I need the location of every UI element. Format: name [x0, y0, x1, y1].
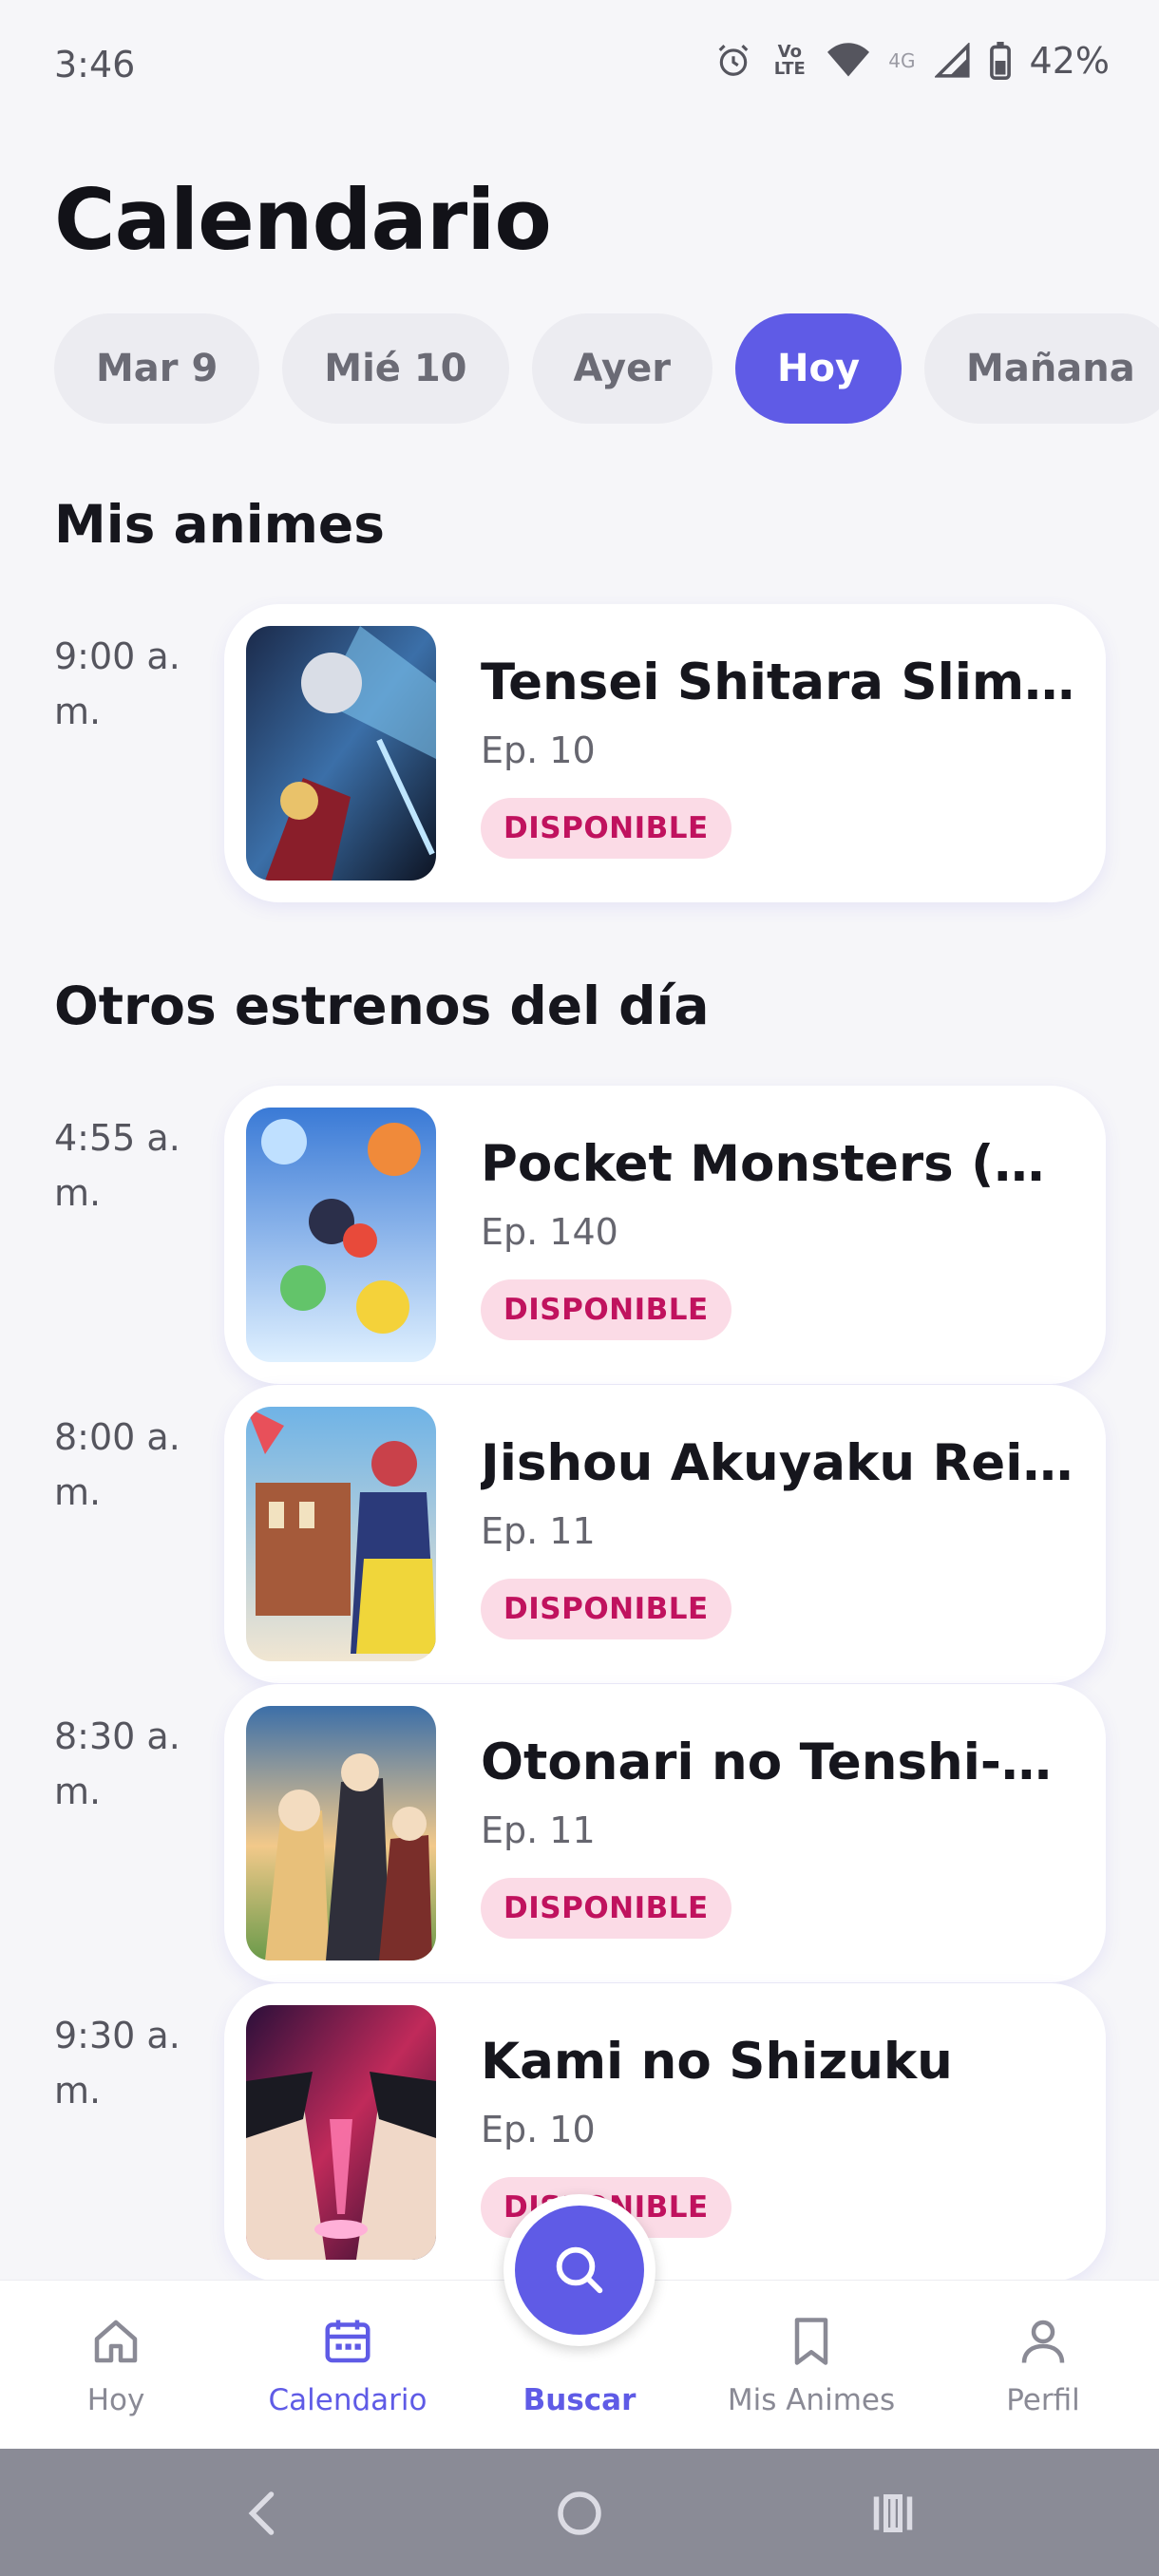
recents-icon[interactable]	[864, 2485, 922, 2542]
anime-title: Otonari no Tenshi-sama	[481, 1733, 1079, 1791]
anime-title: Kami no Shizuku	[481, 2033, 953, 2091]
status-time: 3:46	[54, 44, 136, 85]
airing-time: 8:30 a. m.	[54, 1715, 180, 1812]
page-title: Calendario	[54, 171, 552, 269]
calendar-icon	[325, 2320, 370, 2363]
anime-title: Pocket Monsters (2023)	[481, 1135, 1079, 1193]
status-icons: Vo LTE 4G 42%	[715, 40, 1110, 82]
anime-poster	[246, 626, 436, 881]
section-title-mine: Mis animes	[54, 494, 385, 555]
anime-card[interactable]: Tensei Shitara Slime Datta Ken Ep. 10 DI…	[224, 604, 1106, 902]
search-fab-button[interactable]	[504, 2194, 656, 2346]
nav-label: Buscar	[522, 2383, 636, 2417]
battery-level: 42%	[1029, 40, 1110, 82]
status-badge: DISPONIBLE	[481, 1579, 732, 1639]
anime-card[interactable]: Otonari no Tenshi-sama Ep. 11 DISPONIBLE	[224, 1684, 1106, 1982]
day-chip-selected[interactable]: Hoy	[734, 313, 902, 424]
status-bar: 3:46 Vo LTE 4G 42%	[0, 0, 1159, 133]
section-title-others: Otros estrenos del día	[54, 975, 710, 1036]
day-chip[interactable]: Mañana	[924, 313, 1159, 424]
search-fab-inner	[515, 2206, 644, 2335]
anime-card[interactable]: Pocket Monsters (2023) Ep. 140 DISPONIBL…	[224, 1086, 1106, 1384]
episode-label: Ep. 11	[481, 1809, 596, 1851]
bookmark-icon	[794, 2318, 828, 2365]
signal-icon	[934, 43, 970, 78]
nav-item-mis-animes[interactable]: Mis Animes	[695, 2281, 927, 2450]
system-navigation-bar	[0, 2449, 1159, 2576]
episode-label: Ep. 10	[481, 2109, 596, 2150]
day-selector: Mar 9 Mié 10 Ayer Hoy Mañana	[54, 313, 1159, 424]
nav-label: Hoy	[86, 2383, 145, 2417]
episode-label: Ep. 140	[481, 1211, 618, 1253]
episode-label: Ep. 10	[481, 729, 596, 771]
airing-time: 9:00 a. m.	[54, 635, 180, 732]
status-badge: DISPONIBLE	[481, 1279, 732, 1340]
day-chip[interactable]: Ayer	[531, 313, 712, 424]
network-label: 4G	[888, 49, 916, 72]
home-icon	[94, 2320, 138, 2363]
status-badge: DISPONIBLE	[481, 798, 732, 859]
anime-title: Tensei Shitara Slime Datta Ken	[481, 653, 1079, 711]
anime-poster	[246, 1706, 436, 1960]
nav-label: Calendario	[268, 2383, 428, 2417]
wifi-icon	[827, 43, 870, 77]
nav-item-calendario[interactable]: Calendario	[232, 2281, 464, 2450]
battery-icon	[989, 42, 1011, 80]
anime-card[interactable]: Kami no Shizuku Ep. 10 DISPONIBLE	[224, 1983, 1106, 2282]
nav-item-hoy[interactable]: Hoy	[0, 2281, 232, 2450]
lte-label: Vo LTE	[773, 42, 806, 79]
airing-time: 8:00 a. m.	[54, 1416, 180, 1513]
anime-poster	[246, 1108, 436, 1362]
status-badge: DISPONIBLE	[481, 1878, 732, 1939]
anime-poster	[246, 2005, 436, 2260]
anime-card[interactable]: Jishou Akuyaku Reijou na Konyakusha Ep. …	[224, 1385, 1106, 1683]
nav-label: Mis Animes	[727, 2383, 896, 2417]
search-icon	[556, 2246, 603, 2294]
home-circle-icon[interactable]	[551, 2485, 608, 2542]
back-icon[interactable]	[236, 2485, 293, 2542]
episode-label: Ep. 11	[481, 1510, 596, 1552]
anime-title: Jishou Akuyaku Reijou na Konyakusha	[481, 1434, 1079, 1492]
day-chip[interactable]: Mié 10	[282, 313, 509, 424]
airing-time: 9:30 a. m.	[54, 2015, 180, 2112]
day-chip[interactable]: Mar 9	[54, 313, 260, 424]
anime-poster	[246, 1407, 436, 1661]
nav-label: Perfil	[1006, 2383, 1080, 2417]
nav-item-perfil[interactable]: Perfil	[927, 2281, 1159, 2450]
user-icon	[1021, 2320, 1065, 2363]
alarm-icon	[718, 45, 749, 76]
airing-time: 4:55 a. m.	[54, 1117, 180, 1214]
